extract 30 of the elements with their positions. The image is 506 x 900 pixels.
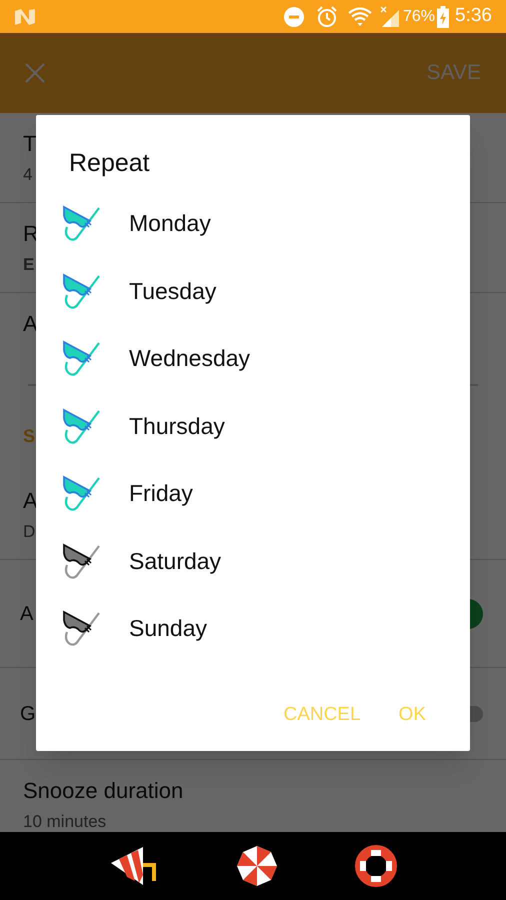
day-option[interactable]: Thursday bbox=[36, 392, 470, 460]
do-not-disturb-icon bbox=[284, 6, 304, 26]
setting-value: E bbox=[23, 254, 34, 276]
clock: 5:36 bbox=[455, 4, 492, 28]
setting-value: 10 minutes bbox=[23, 811, 106, 832]
day-option[interactable]: Tuesday bbox=[36, 257, 470, 324]
battery-percentage: 76% bbox=[402, 6, 436, 26]
alarm-icon bbox=[316, 6, 338, 28]
setting-title: A bbox=[20, 602, 34, 626]
umbrella-icon[interactable] bbox=[236, 845, 278, 887]
day-option[interactable]: Saturday bbox=[36, 527, 470, 594]
day-option[interactable]: Friday bbox=[36, 460, 470, 527]
day-option[interactable]: Wednesday bbox=[36, 324, 470, 392]
signal-icon bbox=[380, 6, 400, 28]
day-option[interactable]: Monday bbox=[36, 190, 470, 257]
setting-value: 4 bbox=[23, 164, 32, 186]
section-header: S bbox=[23, 425, 36, 448]
dialog-title: Repeat bbox=[69, 148, 150, 179]
field-label: A bbox=[23, 310, 38, 338]
day-option[interactable]: Sunday bbox=[36, 594, 470, 662]
setting-title: T bbox=[23, 130, 36, 158]
lifebuoy-icon[interactable] bbox=[355, 845, 398, 887]
setting-title: Snooze duration bbox=[23, 777, 184, 806]
logo-icon bbox=[14, 8, 36, 24]
setting-value: D bbox=[23, 521, 36, 544]
cone-icon[interactable] bbox=[108, 845, 159, 887]
setting-title: G bbox=[20, 702, 36, 726]
battery-charging-icon bbox=[437, 6, 450, 28]
wifi-icon bbox=[348, 6, 372, 26]
setting-title: A bbox=[23, 487, 38, 516]
